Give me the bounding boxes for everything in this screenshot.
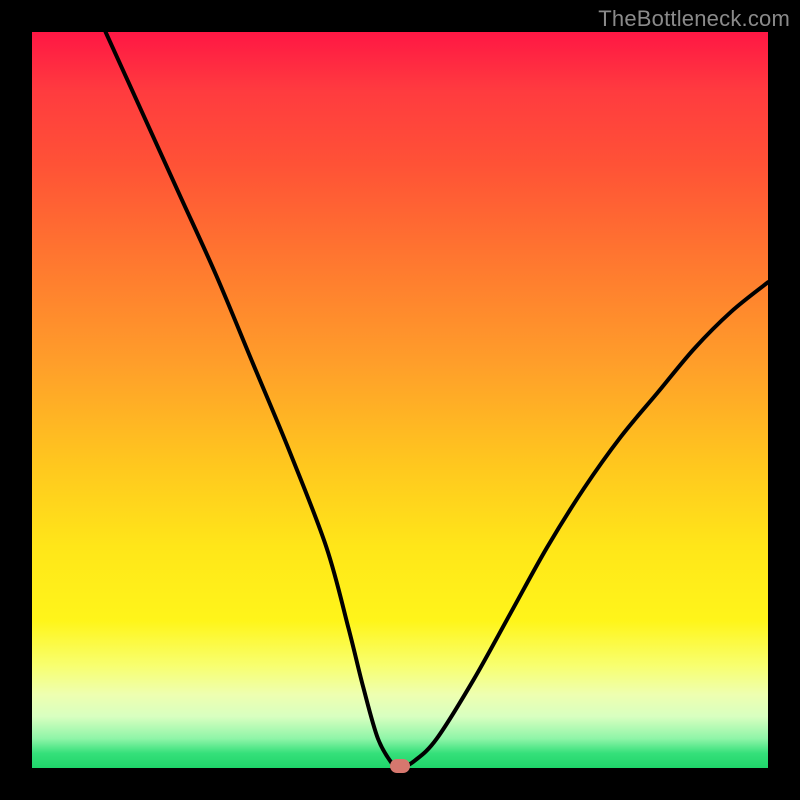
optimum-marker (390, 759, 410, 773)
chart-frame: TheBottleneck.com (0, 0, 800, 800)
plot-area (32, 32, 768, 768)
bottleneck-curve (32, 32, 768, 768)
watermark-text: TheBottleneck.com (598, 6, 790, 32)
